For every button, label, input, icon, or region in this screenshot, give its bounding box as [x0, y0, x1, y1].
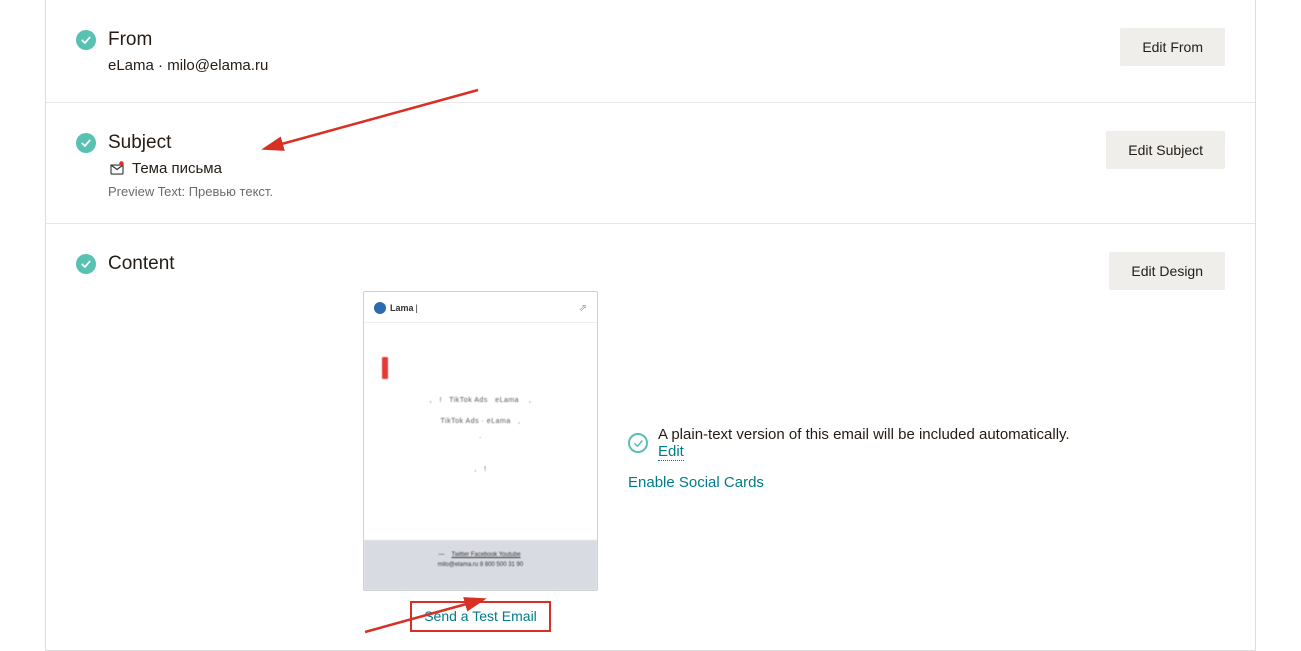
edit-from-button[interactable]: Edit From [1120, 28, 1225, 66]
check-outline-icon [628, 433, 648, 453]
share-icon: ⇗ [579, 303, 587, 314]
content-title: Content [108, 252, 1089, 277]
email-thumbnail[interactable]: Lama | ⇗ , ! TikTok Ads eLama , [363, 291, 598, 591]
edit-subject-button[interactable]: Edit Subject [1106, 131, 1225, 169]
section-from: From eLama · milo@elama.ru Edit From [46, 0, 1255, 103]
subject-value: Тема письма [132, 160, 222, 177]
section-subject: Subject Тема письма Preview Text: Превью… [46, 103, 1255, 225]
check-icon [76, 254, 96, 274]
plaintext-info-text: A plain-text version of this email will … [658, 426, 1070, 443]
envelope-icon [108, 159, 126, 178]
edit-design-button[interactable]: Edit Design [1109, 252, 1225, 290]
section-content: Content Lama | ⇗ [46, 224, 1255, 650]
enable-social-cards-link[interactable]: Enable Social Cards [628, 474, 764, 491]
from-value: eLama · milo@elama.ru [108, 57, 1100, 74]
thumb-brand: Lama [390, 303, 414, 313]
check-icon [76, 30, 96, 50]
edit-plaintext-link[interactable]: Edit [658, 443, 684, 461]
from-title: From [108, 28, 1100, 53]
preview-text-value: Превью текст. [189, 184, 273, 199]
send-test-email-link[interactable]: Send a Test Email [424, 608, 537, 624]
send-test-email-highlight: Send a Test Email [410, 601, 551, 632]
preview-text-label: Preview Text: [108, 184, 185, 199]
check-icon [76, 133, 96, 153]
subject-title: Subject [108, 131, 1086, 156]
